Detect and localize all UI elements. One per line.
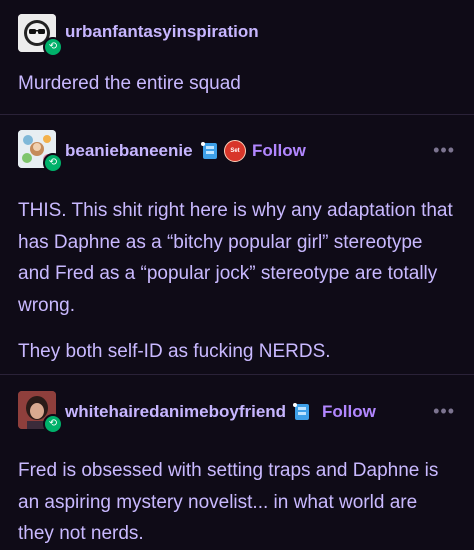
follow-button[interactable]: Follow xyxy=(252,141,306,161)
more-options-icon[interactable]: ••• xyxy=(433,140,455,161)
post-body: THIS. This shit right here is why any ad… xyxy=(18,195,458,368)
post-paragraph: Murdered the entire squad xyxy=(18,73,241,94)
post-paragraph: They both self-ID as fucking NERDS. xyxy=(18,341,331,362)
divider xyxy=(0,374,474,375)
post-paragraph: THIS. This shit right here is why any ad… xyxy=(18,200,453,316)
post-body: Fred is obsessed with setting traps and … xyxy=(18,455,458,550)
divider xyxy=(0,114,474,115)
more-options-icon[interactable]: ••• xyxy=(433,401,455,422)
set-badge-label: Set xyxy=(230,148,240,154)
username[interactable]: urbanfantasyinspiration xyxy=(65,22,259,42)
follow-button[interactable]: Follow xyxy=(322,402,376,422)
set-badge-icon: Set xyxy=(224,140,246,162)
reblog-icon: ⟲ xyxy=(43,414,63,434)
reblog-icon: ⟲ xyxy=(43,153,63,173)
post-paragraph: Fred is obsessed with setting traps and … xyxy=(18,460,439,544)
tumblr-coin-badge-icon xyxy=(201,142,217,159)
username[interactable]: whitehairedanimeboyfriend xyxy=(65,402,286,422)
tumblr-coin-badge-icon xyxy=(293,403,309,420)
post-body: Murdered the entire squad xyxy=(18,68,458,100)
reblog-icon: ⟲ xyxy=(43,37,63,57)
username[interactable]: beaniebaneenie xyxy=(65,141,193,161)
